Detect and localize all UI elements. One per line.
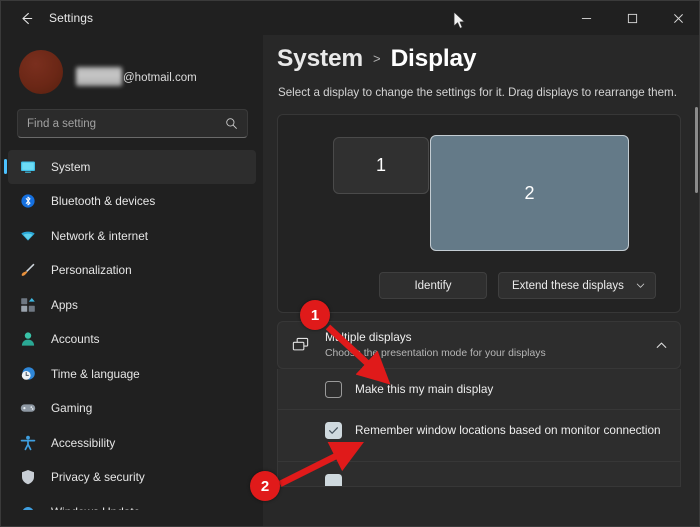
wifi-icon [19,227,36,244]
sidebar-item-label: Network & internet [51,228,149,243]
display-monitor-number: 2 [524,182,535,203]
sidebar-item-label: Windows Update [51,505,140,510]
window-controls [563,1,699,35]
display-arrangement-area[interactable]: 1 2 Identify Extend these displays [277,114,681,314]
sidebar-item-system[interactable]: System [4,150,256,184]
search-input[interactable] [27,117,225,130]
option-label: Remember window locations based on monit… [355,423,661,438]
sidebar-item-label: Time & language [51,366,140,381]
multiple-displays-subtitle: Choose the presentation mode for your di… [325,347,546,359]
sidebar-item-bluetooth-devices[interactable]: Bluetooth & devices [8,185,256,219]
update-icon [19,503,36,510]
multiple-displays-texts: Multiple displays Choose the presentatio… [325,330,655,361]
display-mode-dropdown[interactable]: Extend these displays [498,272,656,300]
sidebar-item-network-internet[interactable]: Network & internet [8,219,256,253]
settings-window: Settings @hotmail.com Find a setting Sys… [0,0,700,527]
sidebar-item-label: Accounts [51,332,100,347]
close-icon [673,13,683,23]
sidebar-item-windows-update[interactable]: Windows Update [8,495,256,510]
sidebar-item-personalization[interactable]: Personalization [8,254,256,288]
bluetooth-icon [19,193,36,210]
shield-icon [19,469,36,486]
back-button[interactable] [9,4,43,32]
person-icon [19,331,36,348]
identify-button-label: Identify [414,279,452,292]
sidebar-item-accessibility[interactable]: Accessibility [8,426,256,460]
display-mode-value: Extend these displays [512,279,624,292]
sidebar-nav: System Bluetooth & devices Network & int… [1,150,263,510]
sidebar-item-time-language[interactable]: Time & language [8,357,256,391]
sidebar-item-label: Apps [51,297,78,312]
breadcrumb-separator-icon: > [372,51,381,66]
close-button[interactable] [655,1,699,35]
search-icon [226,118,237,129]
chevron-down-icon [636,284,645,289]
sidebar-item-accounts[interactable]: Accounts [8,323,256,357]
display-monitor-number: 1 [375,155,386,176]
display-monitor-2[interactable]: 2 [430,135,629,252]
account-email-domain: @hotmail.com [123,72,197,84]
sidebar-item-label: Accessibility [51,435,116,450]
sidebar-item-label: Privacy & security [51,470,145,485]
breadcrumb: System > Display [263,35,699,73]
sidebar-item-gaming[interactable]: Gaming [8,392,256,426]
title-bar: Settings [1,1,699,35]
additional-option-checkbox[interactable] [325,474,342,487]
avatar [19,50,63,94]
sidebar-item-label: Gaming [51,401,93,416]
account-text: @hotmail.com [76,66,197,88]
display-monitor-1[interactable]: 1 [333,137,429,195]
minimize-button[interactable] [563,1,609,35]
apps-icon [19,296,36,313]
chevron-up-icon[interactable] [655,339,668,352]
additional-option-row[interactable] [277,462,681,488]
back-arrow-icon [21,12,32,24]
annotation-badge-1: 1 [300,300,330,330]
minimize-icon [581,17,591,19]
remember-window-locations-checkbox[interactable] [325,422,342,440]
maximize-button[interactable] [609,1,655,35]
paintbrush-icon [19,262,36,279]
page-description: Select a display to change the settings … [278,86,677,99]
accessibility-icon [19,434,36,451]
option-label: Make this my main display [355,381,494,396]
page-title: Display [390,45,477,72]
sidebar: @hotmail.com System Bluetooth & dev [1,35,263,526]
app-title: Settings [49,11,94,25]
multiple-displays-title: Multiple displays [325,329,412,344]
search-box[interactable] [17,109,248,138]
account-name-redacted [76,66,122,86]
sidebar-item-label: System [51,159,91,174]
maximize-icon [627,13,637,23]
identify-button[interactable]: Identify [379,272,487,300]
account-tile[interactable]: @hotmail.com [1,35,263,97]
main-content: System > Display Select a display to cha… [263,35,699,526]
sidebar-item-privacy-security[interactable]: Privacy & security [8,461,256,495]
make-this-my-main-display-row[interactable]: Make this my main display [277,369,681,411]
sidebar-item-label: Bluetooth & devices [51,194,156,209]
remember-window-locations-row[interactable]: Remember window locations based on monit… [277,410,681,463]
checkmark-icon [329,427,338,435]
content-scrollbar[interactable] [695,107,698,193]
gamepad-icon [19,400,36,417]
multiple-displays-header[interactable]: Multiple displays Choose the presentatio… [277,321,681,370]
display-actions: Identify Extend these displays [379,272,656,300]
clock-icon [19,365,36,382]
monitor-icon [19,158,36,175]
mouse-pointer-icon [453,11,465,29]
annotation-badge-2: 2 [250,471,280,501]
breadcrumb-root[interactable]: System [277,45,363,73]
make-this-my-main-display-checkbox[interactable] [325,380,342,398]
multiple-displays-icon [291,336,310,355]
sidebar-item-label: Personalization [51,263,132,278]
sidebar-item-apps[interactable]: Apps [8,288,256,322]
